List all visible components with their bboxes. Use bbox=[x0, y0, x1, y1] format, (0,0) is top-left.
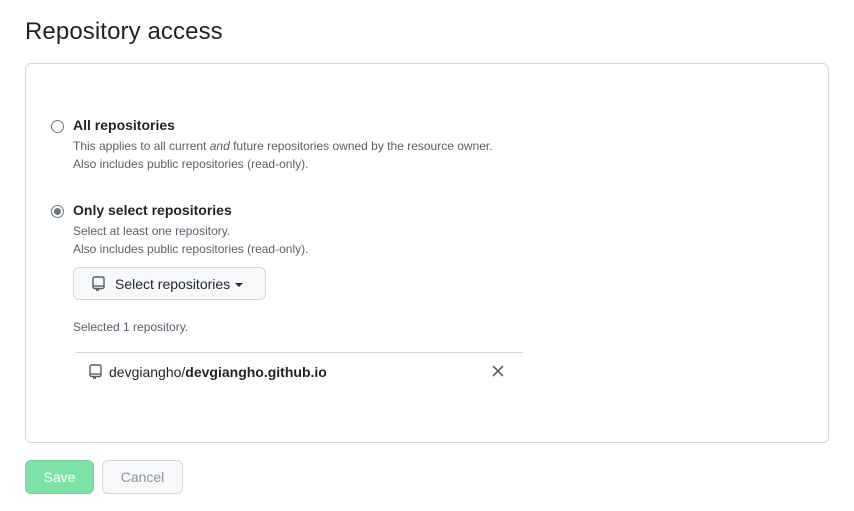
repo-name: devgiangho.github.io bbox=[185, 364, 327, 380]
all-repositories-description: This applies to all current and future r… bbox=[73, 139, 493, 153]
divider bbox=[76, 352, 523, 353]
repository-access-panel: All repositories This applies to all cur… bbox=[25, 63, 829, 443]
chevron-down-icon bbox=[235, 282, 244, 287]
cancel-button[interactable]: Cancel bbox=[102, 460, 183, 494]
select-repositories-note: Also includes public repositories (read-… bbox=[73, 242, 309, 256]
repo-icon bbox=[92, 275, 106, 292]
page-title: Repository access bbox=[25, 18, 223, 45]
select-repositories-description: Select at least one repository. bbox=[73, 224, 231, 238]
select-repositories-label[interactable]: Only select repositories bbox=[73, 202, 232, 218]
save-button[interactable]: Save bbox=[25, 460, 94, 494]
selected-count-text: Selected 1 repository. bbox=[73, 320, 189, 334]
all-repositories-note: Also includes public repositories (read-… bbox=[73, 157, 309, 171]
repo-icon bbox=[89, 364, 103, 380]
list-item: devgiangho/devgiangho.github.io bbox=[89, 361, 509, 383]
select-repositories-button[interactable]: Select repositories bbox=[73, 267, 266, 300]
select-repositories-button-label: Select repositories bbox=[115, 275, 231, 292]
close-icon[interactable] bbox=[491, 364, 505, 378]
all-repositories-radio[interactable] bbox=[51, 120, 64, 133]
select-repositories-radio[interactable] bbox=[51, 205, 64, 218]
all-repositories-label[interactable]: All repositories bbox=[73, 117, 175, 133]
repo-owner: devgiangho/ bbox=[109, 364, 186, 380]
